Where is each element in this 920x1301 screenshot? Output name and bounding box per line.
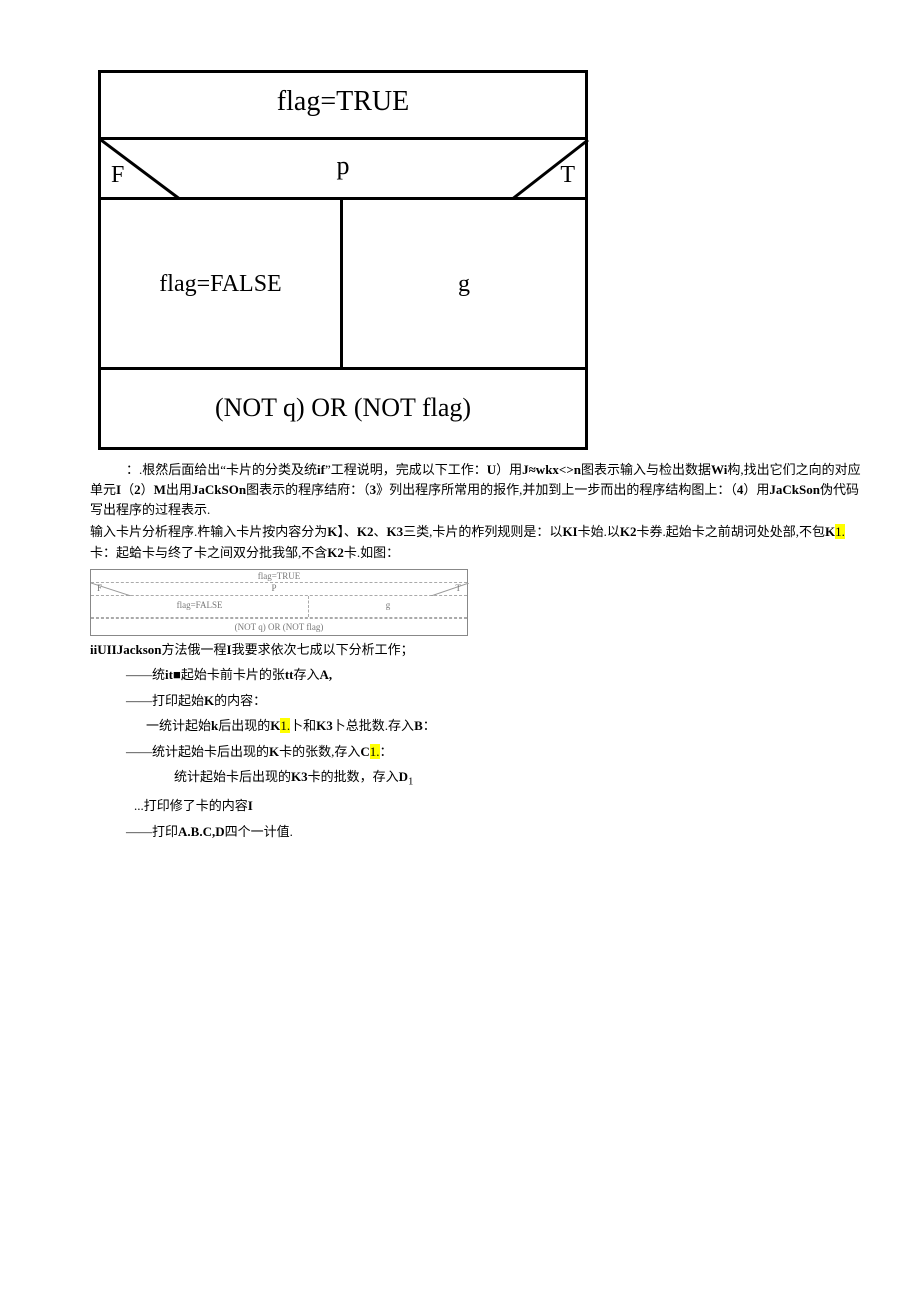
nassi-shneiderman-diagram-small: flag=TRUE F P T flag=FALSE g (NOT q) OR … xyxy=(90,569,468,636)
list-item: ——统计起始卡后出现的K卡的张数,存入C1.： xyxy=(90,742,870,762)
list-item: ——统it■起始卡前卡片的张tt存入A, xyxy=(90,665,870,685)
small-row-init: flag=TRUE xyxy=(91,570,467,583)
list-item: ——打印起始K的内容： xyxy=(90,691,870,711)
diagram-row-init: flag=TRUE xyxy=(101,73,585,140)
jackson-intro-line: iiUIIJackson方法俄一程I我要求依次七成以下分析工作； xyxy=(90,640,870,660)
small-row-loop: (NOT q) OR (NOT flag) xyxy=(91,618,467,635)
highlight-k1: 1. xyxy=(835,524,845,539)
small-triangle-lines xyxy=(91,583,469,596)
diagram-row-condition: p F T xyxy=(101,140,585,200)
small-row-condition: F P T xyxy=(91,583,467,596)
list-item: 一统计起始k后出现的K1.卜和K3卜总批数.存入B： xyxy=(90,716,870,736)
condition-false-label: F xyxy=(111,157,124,193)
branch-true: g xyxy=(343,200,585,367)
diagram-row-branches: flag=FALSE g xyxy=(101,200,585,370)
list-item: ...打印修了卡的内容I xyxy=(90,796,870,816)
paragraph-instructions: ：.根然后面给出“卡片的分类及统if”工程说明，完成以下工作：U）用J≈wkx<… xyxy=(90,460,870,520)
branch-false: flag=FALSE xyxy=(101,200,343,367)
paragraph-card-rules: 输入卡片分析程序.杵输入卡片按内容分为K】、K2、K3三类,卡片的柞列规则是：以… xyxy=(90,522,870,562)
analysis-tasks-list: ——统it■起始卡前卡片的张tt存入A, ——打印起始K的内容： 一统计起始k后出现… xyxy=(90,665,870,841)
list-item: ——打印A.B.C,D四个一计值. xyxy=(90,822,870,842)
small-row-branches: flag=FALSE g xyxy=(91,596,467,618)
highlight: 1. xyxy=(370,744,380,759)
diagram-row-loop-cond: (NOT q) OR (NOT flag) xyxy=(101,370,585,447)
nassi-shneiderman-diagram-large: flag=TRUE p F T flag=FALSE g (NOT q) OR … xyxy=(98,70,588,450)
highlight: 1. xyxy=(280,718,290,733)
list-item: 统计起始卡后出现的K3卡的批数，存入D1 xyxy=(90,767,870,790)
condition-p: p xyxy=(337,146,350,185)
condition-true-label: T xyxy=(560,157,575,193)
